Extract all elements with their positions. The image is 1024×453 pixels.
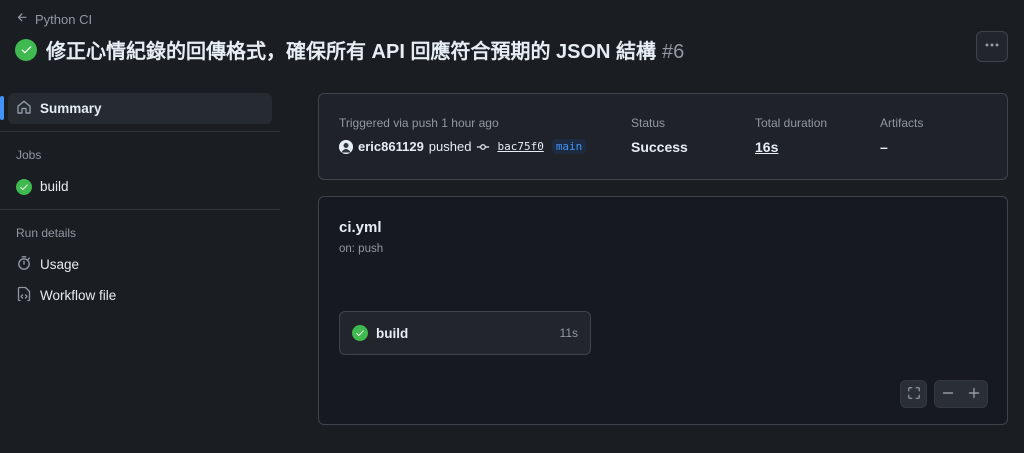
check-circle-icon (15, 38, 37, 61)
page-title: 修正心情紀錄的回傳格式，確保所有 API 回應符合預期的 JSON 結構 #6 (46, 35, 684, 64)
sidebar-item-label: Summary (40, 101, 102, 116)
actor-link[interactable]: eric861129 (358, 139, 424, 154)
check-circle-icon (16, 178, 32, 195)
job-duration: 11s (559, 326, 578, 340)
run-details-heading: Run details (16, 226, 77, 240)
sidebar-item-usage[interactable]: Usage (8, 249, 272, 280)
check-circle-icon (352, 325, 368, 341)
status-value: Success (631, 139, 688, 155)
workflow-file-name: ci.yml (339, 219, 382, 236)
screen-full-icon (907, 386, 921, 403)
back-link-label: Python CI (35, 11, 93, 27)
duration-label: Total duration (755, 116, 828, 130)
sidebar-item-label: Usage (40, 257, 80, 272)
page-title-row: 修正心情紀錄的回傳格式，確保所有 API 回應符合預期的 JSON 結構 #6 (15, 35, 684, 64)
push-info: eric861129 pushed bac75f0 main (339, 139, 587, 154)
git-commit-icon (476, 140, 490, 154)
run-summary-card: Triggered via push 1 hour ago eric861129… (318, 93, 1008, 180)
sidebar-item-summary[interactable]: Summary (0, 93, 272, 124)
divider (0, 209, 280, 210)
plus-icon (968, 386, 980, 402)
zoom-out-button[interactable] (935, 381, 961, 407)
home-icon (16, 99, 32, 118)
kebab-horizontal-icon (984, 37, 1000, 56)
more-actions-button[interactable] (976, 31, 1008, 62)
zoom-controls (934, 380, 988, 408)
duration-value[interactable]: 16s (755, 139, 778, 155)
jobs-heading: Jobs (16, 148, 42, 162)
commit-sha-link[interactable]: bac75f0 (497, 140, 543, 153)
trigger-text: Triggered via push 1 hour ago (339, 116, 499, 130)
fullscreen-button[interactable] (900, 380, 927, 408)
sidebar-item-label: build (40, 179, 69, 194)
sidebar-item-label: Workflow file (40, 288, 117, 303)
branch-badge[interactable]: main (551, 139, 587, 154)
job-name: build (376, 325, 409, 341)
zoom-in-button[interactable] (961, 381, 987, 407)
arrow-left-icon (16, 11, 29, 27)
sidebar-item-build[interactable]: build (8, 171, 272, 202)
run-title: 修正心情紀錄的回傳格式，確保所有 API 回應符合預期的 JSON 結構 (46, 41, 657, 63)
file-code-icon (16, 286, 32, 305)
action-text: pushed (428, 139, 472, 154)
back-link[interactable]: Python CI (16, 11, 92, 27)
artifacts-label: Artifacts (880, 116, 924, 130)
job-node-build[interactable]: build 11s (339, 311, 591, 355)
run-number: #6 (662, 41, 685, 63)
active-indicator (0, 96, 4, 120)
artifacts-value: – (880, 139, 888, 155)
workflow-trigger: on: push (339, 243, 384, 255)
avatar[interactable] (339, 139, 353, 154)
divider (0, 131, 280, 132)
sidebar-item-workflow-file[interactable]: Workflow file (8, 280, 272, 311)
minus-icon (942, 386, 954, 402)
workflow-graph-card: ci.yml on: push build 11s (318, 196, 1008, 425)
status-label: Status (631, 116, 666, 130)
stopwatch-icon (16, 255, 32, 274)
